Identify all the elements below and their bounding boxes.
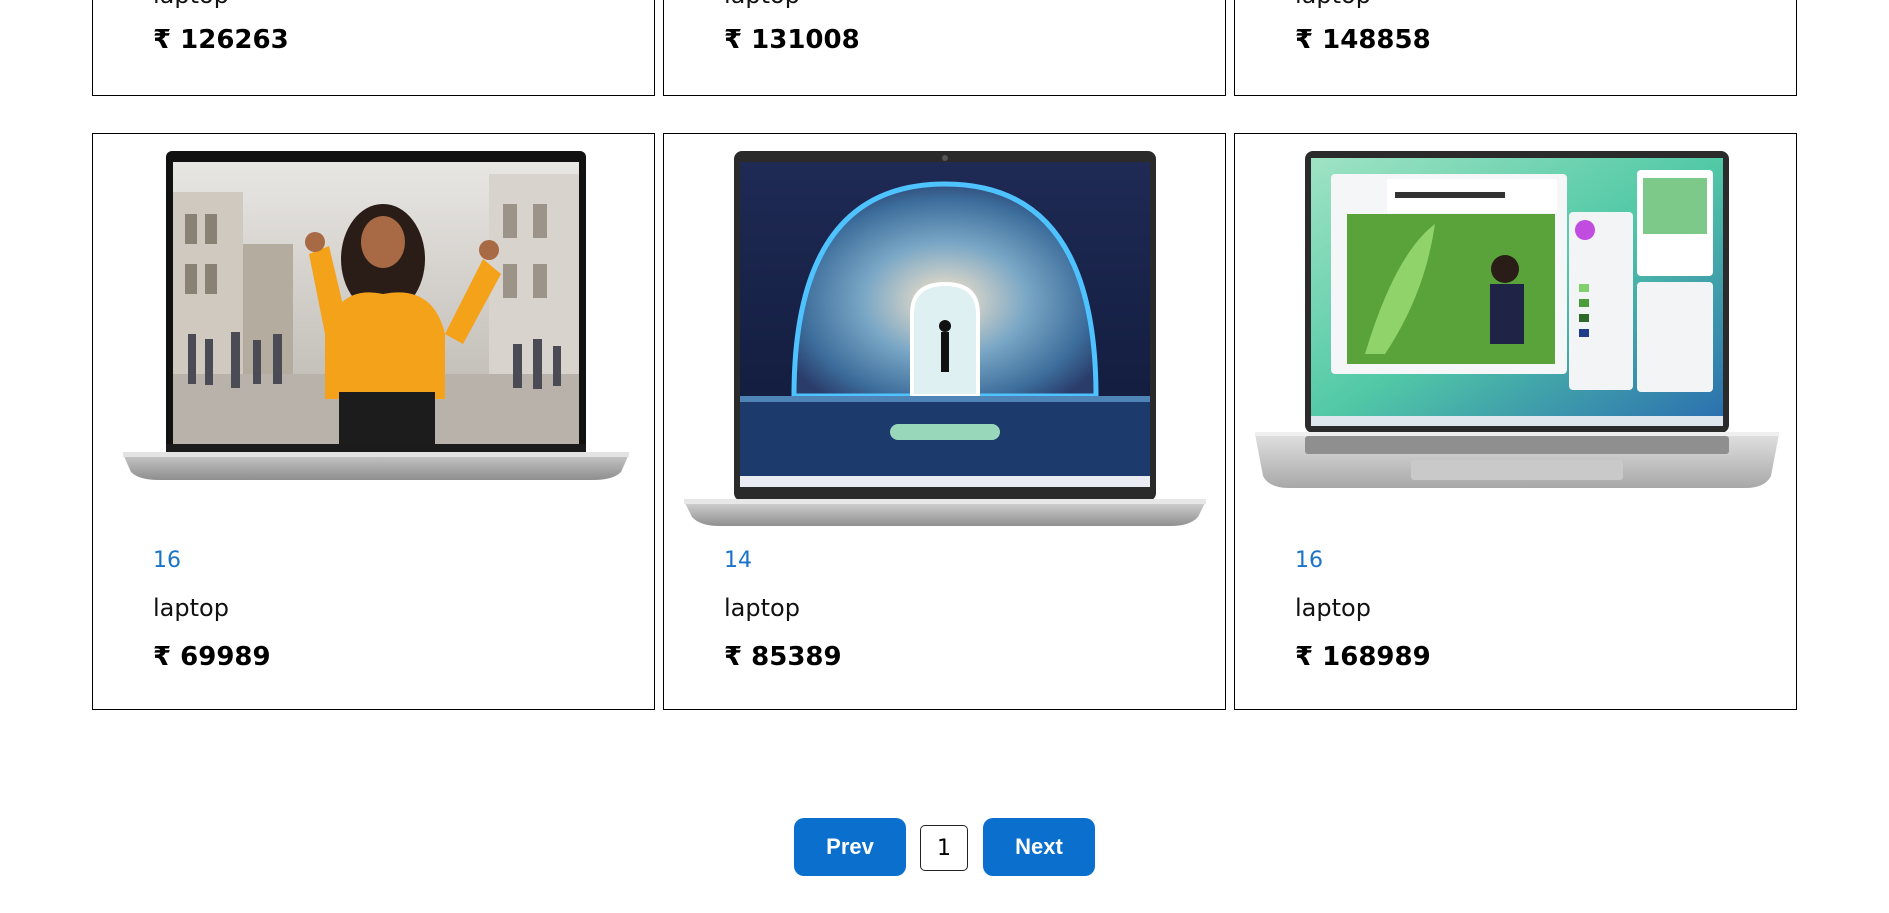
product-card[interactable]: 16 laptop ₹ 168989 xyxy=(1234,133,1797,710)
product-category: laptop xyxy=(1295,594,1371,622)
next-button[interactable]: Next xyxy=(983,818,1095,876)
product-category: laptop xyxy=(724,594,800,622)
product-price: ₹ 69989 xyxy=(153,642,271,672)
product-size: 16 xyxy=(1295,548,1323,573)
product-image[interactable] xyxy=(93,134,654,554)
product-category: laptop xyxy=(724,0,800,9)
product-price: ₹ 85389 xyxy=(724,642,842,672)
product-image[interactable] xyxy=(664,134,1225,554)
product-card[interactable]: 14 laptop ₹ 85389 xyxy=(663,133,1226,710)
product-price: ₹ 126263 xyxy=(153,25,289,55)
product-category: laptop xyxy=(153,594,229,622)
product-size: 14 xyxy=(724,548,752,573)
product-price: ₹ 148858 xyxy=(1295,25,1431,55)
pagination: Prev 1 Next xyxy=(0,818,1889,876)
product-card[interactable]: laptop ₹ 126263 xyxy=(92,0,655,96)
product-size: 16 xyxy=(153,548,181,573)
laptop-photo-eco-fest-app-icon xyxy=(1255,151,1779,488)
product-card[interactable]: laptop ₹ 148858 xyxy=(1234,0,1797,96)
product-listing-page: laptop ₹ 126263 laptop ₹ 131008 laptop ₹… xyxy=(0,0,1889,913)
prev-button[interactable]: Prev xyxy=(794,818,906,876)
laptop-photo-woman-dancing-icon xyxy=(123,151,629,480)
product-card[interactable]: laptop ₹ 131008 xyxy=(663,0,1226,96)
product-price: ₹ 168989 xyxy=(1295,642,1431,672)
current-page-number: 1 xyxy=(920,825,968,871)
product-card[interactable]: 16 laptop ₹ 69989 xyxy=(92,133,655,710)
product-category: laptop xyxy=(153,0,229,9)
product-price: ₹ 131008 xyxy=(724,25,860,55)
product-category: laptop xyxy=(1295,0,1371,9)
product-image[interactable] xyxy=(1235,134,1796,554)
laptop-photo-dome-wallpaper-icon xyxy=(684,151,1206,526)
